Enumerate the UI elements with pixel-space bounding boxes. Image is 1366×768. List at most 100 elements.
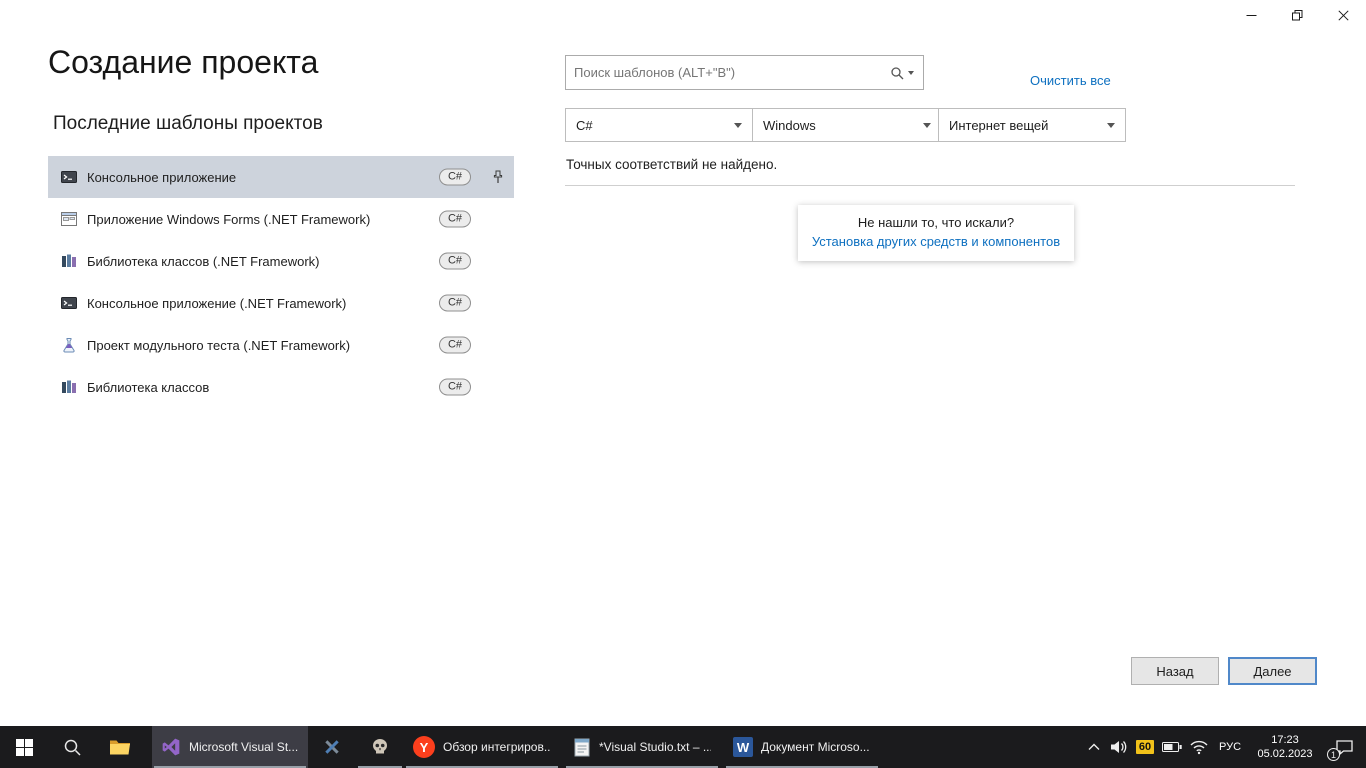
- class-library-icon: [61, 379, 77, 395]
- chevron-down-icon: [1107, 123, 1115, 128]
- console-app-icon: [61, 169, 77, 185]
- clear-all-link[interactable]: Очистить все: [1030, 73, 1111, 88]
- language-badge: C#: [439, 337, 471, 354]
- tray-up-chevron-icon: [1088, 743, 1100, 751]
- search-box-icons: [890, 66, 923, 80]
- clock[interactable]: 17:23 05.02.2023: [1248, 733, 1322, 761]
- word-icon: W: [733, 737, 753, 757]
- time-text: 17:23: [1248, 733, 1322, 747]
- language-badge: C#: [439, 169, 471, 186]
- results-divider: [565, 185, 1295, 186]
- no-match-text: Точных соответствий не найдено.: [566, 157, 777, 172]
- template-item-winforms[interactable]: Приложение Windows Forms (.NET Framework…: [48, 198, 514, 240]
- console-app-icon: [61, 295, 77, 311]
- template-search: [565, 55, 924, 90]
- restore-button[interactable]: [1274, 0, 1320, 30]
- battery-icon: [1162, 741, 1183, 753]
- template-label: Консольное приложение: [87, 170, 236, 185]
- install-tools-link[interactable]: Установка других средств и компонентов: [802, 234, 1070, 249]
- battery-button[interactable]: [1158, 726, 1186, 768]
- filter-value: Интернет вещей: [949, 118, 1048, 133]
- not-found-panel: Не нашли то, что искали? Установка други…: [798, 205, 1074, 261]
- search-options-chevron-icon[interactable]: [908, 71, 914, 75]
- language-badge: C#: [439, 211, 471, 228]
- start-button[interactable]: [0, 726, 48, 768]
- back-button[interactable]: Назад: [1131, 657, 1219, 685]
- yandex-browser-icon: Y: [413, 736, 435, 758]
- task-label: *Visual Studio.txt – ...: [599, 740, 711, 754]
- template-item-unit-test[interactable]: Проект модульного теста (.NET Framework)…: [48, 324, 514, 366]
- language-badge: C#: [439, 295, 471, 312]
- skull-game-icon: [370, 737, 390, 757]
- action-center-button[interactable]: 1: [1322, 726, 1366, 768]
- start-icon: [16, 739, 33, 756]
- file-explorer-button[interactable]: [96, 726, 144, 768]
- taskbar-item-tool[interactable]: [308, 726, 356, 768]
- taskbar-item-yandex-browser[interactable]: Y Обзор интегриров...: [404, 726, 560, 768]
- template-label: Библиотека классов (.NET Framework): [87, 254, 320, 269]
- language-badge: C#: [439, 379, 471, 396]
- notepad-icon: [573, 737, 591, 757]
- taskbar-item-visual-studio[interactable]: Microsoft Visual St...: [152, 726, 308, 768]
- task-label: Обзор интегриров...: [443, 740, 551, 754]
- template-item-console-app[interactable]: Консольное приложение C#: [48, 156, 514, 198]
- filter-value: Windows: [763, 118, 816, 133]
- taskbar-item-word[interactable]: W Документ Microso...: [724, 726, 880, 768]
- minimize-icon: [1246, 10, 1257, 21]
- pin-icon[interactable]: [492, 170, 504, 185]
- template-label: Приложение Windows Forms (.NET Framework…: [87, 212, 370, 227]
- close-button[interactable]: [1320, 0, 1366, 30]
- next-button[interactable]: Далее: [1228, 657, 1317, 685]
- task-label: Microsoft Visual St...: [189, 740, 299, 754]
- task-label: Документ Microso...: [761, 740, 871, 754]
- word-letter: W: [737, 740, 749, 755]
- template-item-class-library[interactable]: Библиотека классов C#: [48, 366, 514, 408]
- unit-test-icon: [61, 337, 77, 353]
- taskbar-item-game[interactable]: [356, 726, 404, 768]
- battery-percent-badge[interactable]: 60: [1132, 726, 1158, 768]
- yandex-letter: Y: [420, 740, 429, 755]
- template-label: Проект модульного теста (.NET Framework): [87, 338, 350, 353]
- taskbar-item-notepad[interactable]: *Visual Studio.txt – ...: [564, 726, 720, 768]
- not-found-title: Не нашли то, что искали?: [802, 215, 1070, 230]
- class-library-icon: [61, 253, 77, 269]
- template-label: Консольное приложение (.NET Framework): [87, 296, 346, 311]
- minimize-button[interactable]: [1228, 0, 1274, 30]
- network-button[interactable]: [1186, 726, 1212, 768]
- language-indicator[interactable]: РУС: [1212, 726, 1248, 768]
- search-input[interactable]: [566, 65, 890, 80]
- volume-icon: [1110, 739, 1128, 755]
- create-project-window: Создание проекта Последние шаблоны проек…: [0, 0, 1366, 726]
- tray-expand-button[interactable]: [1082, 726, 1106, 768]
- winforms-app-icon: [61, 211, 77, 227]
- recent-templates-heading: Последние шаблоны проектов: [53, 113, 323, 135]
- language-badge: C#: [439, 253, 471, 270]
- taskbar: Microsoft Visual St... Y Обзор интегриро…: [0, 726, 1366, 768]
- volume-button[interactable]: [1106, 726, 1132, 768]
- template-label: Библиотека классов: [87, 380, 209, 395]
- search-icon[interactable]: [890, 66, 904, 80]
- system-tray: 60 РУС 17:23 05.02.2023 1: [1082, 726, 1366, 768]
- date-text: 05.02.2023: [1248, 747, 1322, 761]
- page-title: Создание проекта: [48, 44, 318, 81]
- explorer-icon: [109, 738, 131, 756]
- window-controls: [1228, 0, 1366, 30]
- recent-templates-list: Консольное приложение C# Приложение Wind…: [48, 156, 514, 408]
- close-icon: [1338, 10, 1349, 21]
- taskbar-search-button[interactable]: [48, 726, 96, 768]
- percent-text: 60: [1136, 740, 1154, 754]
- notification-count-badge: 1: [1327, 748, 1340, 761]
- template-item-console-app-netfw[interactable]: Консольное приложение (.NET Framework) C…: [48, 282, 514, 324]
- chevron-down-icon: [734, 123, 742, 128]
- restore-icon: [1292, 10, 1303, 21]
- tool-icon: [322, 737, 342, 757]
- visual-studio-icon: [161, 737, 181, 757]
- taskbar-search-icon: [63, 738, 81, 756]
- project-type-filter-dropdown[interactable]: Интернет вещей: [938, 108, 1126, 142]
- template-item-class-library-netfw[interactable]: Библиотека классов (.NET Framework) C#: [48, 240, 514, 282]
- language-filter-dropdown[interactable]: C#: [565, 108, 753, 142]
- chevron-down-icon: [923, 123, 931, 128]
- network-icon: [1190, 740, 1208, 755]
- filter-value: C#: [576, 118, 593, 133]
- platform-filter-dropdown[interactable]: Windows: [752, 108, 942, 142]
